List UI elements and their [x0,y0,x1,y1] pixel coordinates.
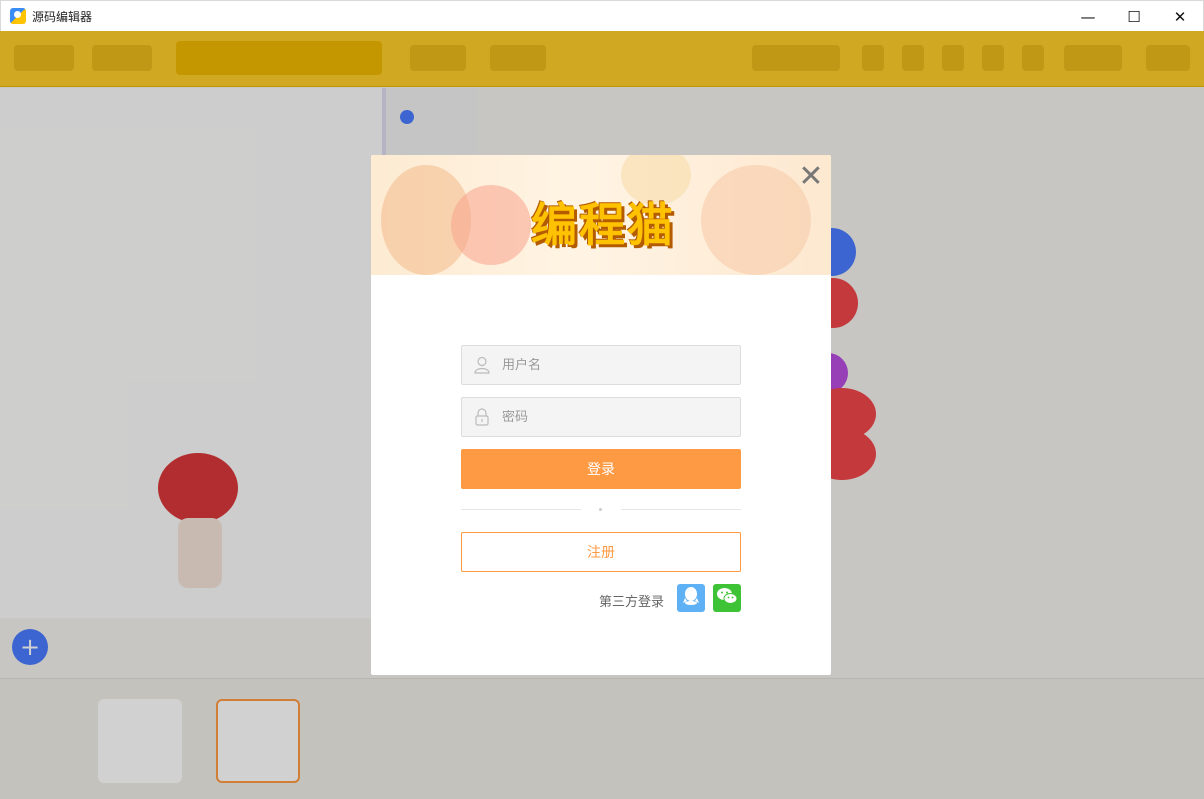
user-icon [474,356,490,374]
minimize-button[interactable]: — [1065,1,1111,32]
divider-left [461,509,581,510]
qq-icon [682,586,700,610]
login-dialog: 编程猫 ✕ 登录 注册 第三方登录 [371,155,831,675]
banner-character-right [701,165,811,275]
username-input[interactable] [502,357,722,373]
window-controls: — ☐ ✕ [1065,1,1203,32]
login-button[interactable]: 登录 [461,449,741,489]
window-titlebar: 源码编辑器 — ☐ ✕ [0,0,1204,31]
lock-icon [474,408,490,426]
qq-login-button[interactable] [677,584,705,612]
username-field[interactable] [461,345,741,385]
password-input[interactable] [502,409,722,425]
maximize-button[interactable]: ☐ [1111,1,1157,32]
password-field[interactable] [461,397,741,437]
wechat-icon [716,586,738,610]
window-title: 源码编辑器 [32,9,93,24]
codemao-logo: 编程猫 [531,198,675,252]
close-dialog-button[interactable]: ✕ [797,162,825,192]
wechat-login-button[interactable] [713,584,741,612]
register-button[interactable]: 注册 [461,532,741,572]
app-logo-icon [10,8,26,24]
divider-right [621,509,741,510]
banner-cat [451,185,531,265]
third-party-login-label: 第三方登录 [599,595,665,610]
divider-dot [599,508,602,511]
login-banner: 编程猫 ✕ [371,155,831,275]
close-window-button[interactable]: ✕ [1157,1,1203,32]
